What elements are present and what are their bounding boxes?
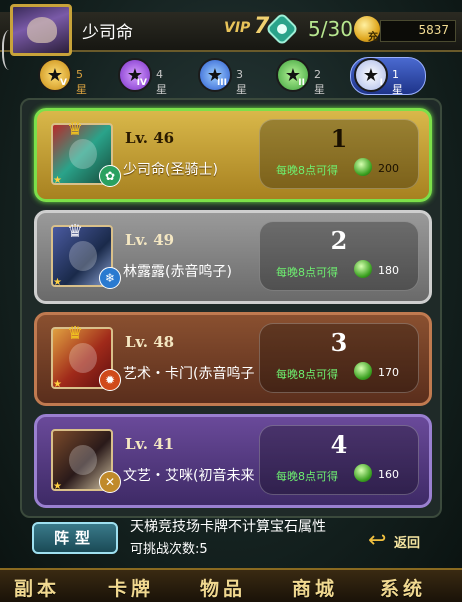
gem-icon xyxy=(354,464,372,482)
decorative-swirl xyxy=(2,30,20,70)
challenge-count-text: 可挑战次数:5 xyxy=(130,542,208,557)
crown-icon: ♛ xyxy=(67,119,84,140)
ranking-panel: ♛ ✿ ★ Lv. 46 少司命(圣骑士) 1 每晚8点可得 200 ♛ ❄ ★… xyxy=(20,98,442,518)
card-level: Lv. 49 xyxy=(125,231,175,249)
recharge-icon[interactable]: 充 xyxy=(354,16,380,43)
star-2-icon: ★ II xyxy=(276,58,310,92)
crown-icon: ♛ xyxy=(67,323,84,344)
recharge-label: 充 xyxy=(368,32,378,43)
nav-system[interactable]: 系统 xyxy=(380,574,426,601)
nightly-reward-text: 每晚8点可得 xyxy=(276,164,338,177)
star-1-icon: ★ I xyxy=(354,58,388,92)
game-screen: 少司命 VIP 7 5/30 充 5837 ★ V 5星 ★ IV 4星 ★ III … xyxy=(0,0,462,602)
gold-amount: 5837 xyxy=(418,23,449,37)
element-icon: ✹ xyxy=(99,369,121,391)
return-arrow-icon: ↩ xyxy=(368,528,387,553)
ranking-card-2[interactable]: ♛ ❄ ★ Lv. 49 林露露(赤音鸣子) 2 每晚8点可得 180 xyxy=(34,210,432,304)
filter-label: 3星 xyxy=(236,68,247,96)
ranking-card-3[interactable]: ♛ ✹ ★ Lv. 48 艺术・卡门(赤音鸣子 3 每晚8点可得 170 xyxy=(34,312,432,406)
formation-button[interactable]: 阵型 xyxy=(32,522,118,554)
vip-label: VIP xyxy=(224,20,251,36)
star-3-icon: ★ III xyxy=(198,58,232,92)
card-level: Lv. 46 xyxy=(125,129,175,147)
rarity-star-icon: ★ xyxy=(53,175,62,186)
nav-shop[interactable]: 商城 xyxy=(292,574,338,601)
card-name: 少司命(圣骑士) xyxy=(123,162,218,178)
filter-label: 5星 xyxy=(76,68,87,96)
crown-icon: ♛ xyxy=(67,221,84,242)
nav-items[interactable]: 物品 xyxy=(200,574,246,601)
reward-amount: 160 xyxy=(378,468,399,481)
rank-box: 2 每晚8点可得 180 xyxy=(259,221,419,291)
stamina-count: 5/30 xyxy=(308,17,353,41)
star-5-icon: ★ V xyxy=(38,58,72,92)
bottom-nav: 副本 卡牌 物品 商城 系统 xyxy=(0,568,462,602)
back-label: 返回 xyxy=(394,536,421,551)
back-button[interactable]: ↩ 返回 xyxy=(368,526,438,556)
gold-display: 5837 xyxy=(380,20,456,42)
rank-box: 4 每晚8点可得 160 xyxy=(259,425,419,495)
top-status-bar: 少司命 VIP 7 5/30 充 5837 xyxy=(0,4,462,56)
card-level: Lv. 48 xyxy=(125,333,175,351)
stamina-icon xyxy=(265,12,299,46)
nav-dungeon[interactable]: 副本 xyxy=(14,574,60,601)
rank-number: 2 xyxy=(330,226,348,255)
ranking-card-4[interactable]: ✕ ★ Lv. 41 文艺・艾咪(初音未来 4 每晚8点可得 160 xyxy=(34,414,432,508)
card-name: 艺术・卡门(赤音鸣子 xyxy=(123,366,255,382)
reward-amount: 180 xyxy=(378,264,399,277)
rank-number: 4 xyxy=(330,430,348,459)
filter-label: 4星 xyxy=(156,68,167,96)
ranking-card-1[interactable]: ♛ ✿ ★ Lv. 46 少司命(圣骑士) 1 每晚8点可得 200 xyxy=(34,108,432,202)
gem-icon xyxy=(354,362,372,380)
element-icon: ❄ xyxy=(99,267,121,289)
reward-amount: 200 xyxy=(378,162,399,175)
star-4-icon: ★ IV xyxy=(118,58,152,92)
filter-label: 2星 xyxy=(314,68,325,96)
rank-number: 1 xyxy=(330,124,348,153)
rank-box: 1 每晚8点可得 200 xyxy=(259,119,419,189)
nightly-reward-text: 每晚8点可得 xyxy=(276,266,338,279)
rarity-star-icon: ★ xyxy=(53,481,62,492)
gem-icon xyxy=(354,158,372,176)
nightly-reward-text: 每晚8点可得 xyxy=(276,368,338,381)
reward-amount: 170 xyxy=(378,366,399,379)
rank-box: 3 每晚8点可得 170 xyxy=(259,323,419,393)
nav-cards[interactable]: 卡牌 xyxy=(108,574,154,601)
filter-label: 1星 xyxy=(392,68,403,96)
rarity-star-icon: ★ xyxy=(53,277,62,288)
card-name: 林露露(赤音鸣子) xyxy=(123,264,232,280)
rarity-star-icon: ★ xyxy=(53,379,62,390)
rank-number: 3 xyxy=(330,328,348,357)
card-level: Lv. 41 xyxy=(125,435,175,453)
player-name: 少司命 xyxy=(82,23,133,43)
element-icon: ✕ xyxy=(99,471,121,493)
card-name: 文艺・艾咪(初音未来 xyxy=(123,468,255,484)
nightly-reward-text: 每晚8点可得 xyxy=(276,470,338,483)
element-icon: ✿ xyxy=(99,165,121,187)
arena-rule-text: 天梯竞技场卡牌不计算宝石属性 xyxy=(130,519,326,535)
star-filter-tabs: ★ V 5星 ★ IV 4星 ★ III 3星 ★ II 2星 ★ I 1星 xyxy=(38,57,426,96)
gem-icon xyxy=(354,260,372,278)
